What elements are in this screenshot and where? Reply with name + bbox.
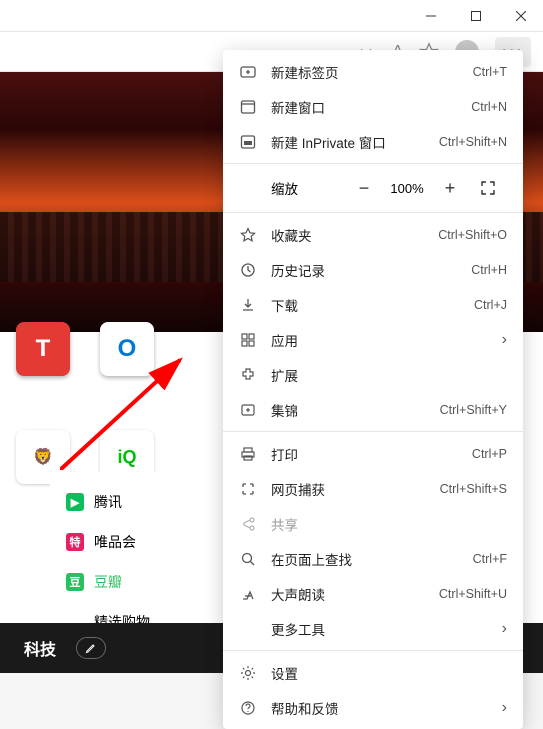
menu-item-new-tab[interactable]: 新建标签页 Ctrl+T — [223, 54, 523, 89]
share-icon — [239, 516, 257, 532]
collections-icon — [239, 402, 257, 418]
menu-item-label: 应用 — [271, 330, 502, 350]
web-capture-icon — [239, 481, 257, 497]
menu-item-zoom: 缩放 − 100% + — [223, 168, 523, 208]
pencil-icon — [85, 642, 97, 654]
zoom-label: 缩放 — [239, 178, 345, 198]
new-window-icon — [239, 99, 257, 115]
menu-separator — [223, 163, 523, 164]
menu-item-label: 打印 — [271, 444, 472, 464]
top-sites-row-1: T 天猫 O Outlook邮箱 — [16, 322, 171, 401]
help-icon — [239, 700, 257, 716]
menu-item-label: 下载 — [271, 295, 474, 315]
menu-item-label: 大声朗读 — [271, 584, 439, 604]
tile-outlook[interactable]: O Outlook邮箱 — [100, 322, 171, 401]
link-icon: ▶ — [66, 493, 84, 511]
menu-item-collections[interactable]: 集锦 Ctrl+Shift+Y — [223, 392, 523, 427]
menu-item-new-inprivate[interactable]: 新建 InPrivate 窗口 Ctrl+Shift+N — [223, 124, 523, 159]
menu-item-favorites[interactable]: 收藏夹 Ctrl+Shift+O — [223, 217, 523, 252]
menu-item-label: 网页捕获 — [271, 479, 440, 499]
zoom-value: 100% — [383, 181, 431, 196]
apps-icon — [239, 332, 257, 348]
menu-item-new-window[interactable]: 新建窗口 Ctrl+N — [223, 89, 523, 124]
chevron-right-icon: › — [502, 331, 507, 349]
zoom-out-button[interactable]: − — [345, 172, 383, 204]
chevron-right-icon: › — [502, 699, 507, 717]
menu-item-label: 帮助和反馈 — [271, 698, 502, 718]
find-icon — [239, 551, 257, 567]
menu-item-shortcut: Ctrl+T — [473, 65, 507, 79]
read-aloud-icon — [239, 586, 257, 602]
menu-item-share: 共享 — [223, 506, 523, 541]
tile-glyph: O — [100, 322, 154, 376]
link-label: 豆瓣 — [94, 572, 122, 592]
maximize-button[interactable] — [453, 0, 498, 32]
extensions-icon — [239, 367, 257, 383]
new-tab-icon — [239, 64, 257, 80]
menu-item-web-capture[interactable]: 网页捕获 Ctrl+Shift+S — [223, 471, 523, 506]
minimize-icon — [426, 11, 436, 21]
menu-item-print[interactable]: 打印 Ctrl+P — [223, 436, 523, 471]
menu-separator — [223, 212, 523, 213]
menu-item-shortcut: Ctrl+Shift+S — [440, 482, 507, 496]
menu-item-shortcut: Ctrl+Shift+U — [439, 587, 507, 601]
edit-button[interactable] — [76, 637, 106, 659]
menu-item-shortcut: Ctrl+N — [471, 100, 507, 114]
bottom-tab-tech[interactable]: 科技 — [24, 636, 56, 660]
tile-label: Outlook邮箱 — [100, 382, 171, 401]
quick-link-douban[interactable]: 豆 豆瓣 — [60, 562, 156, 602]
close-button[interactable] — [498, 0, 543, 32]
close-icon — [516, 11, 526, 21]
link-label: 唯品会 — [94, 532, 136, 552]
menu-item-shortcut: Ctrl+Shift+N — [439, 135, 507, 149]
history-icon — [239, 262, 257, 278]
menu-item-shortcut: Ctrl+P — [472, 447, 507, 461]
menu-item-label: 新建标签页 — [271, 62, 473, 82]
star-icon — [239, 227, 257, 243]
menu-item-label: 扩展 — [271, 365, 507, 385]
settings-and-more-menu: 新建标签页 Ctrl+T 新建窗口 Ctrl+N 新建 InPrivate 窗口… — [223, 50, 523, 729]
link-icon: 豆 — [66, 573, 84, 591]
download-icon — [239, 297, 257, 313]
tile-label: 天猫 — [16, 382, 70, 401]
menu-item-extensions[interactable]: 扩展 — [223, 357, 523, 392]
menu-item-shortcut: Ctrl+Shift+O — [438, 228, 507, 242]
menu-item-shortcut: Ctrl+F — [473, 552, 507, 566]
menu-item-apps[interactable]: 应用 › — [223, 322, 523, 357]
tile-glyph: T — [16, 322, 70, 376]
menu-item-label: 更多工具 — [271, 619, 502, 639]
zoom-in-button[interactable]: + — [431, 172, 469, 204]
maximize-icon — [471, 11, 481, 21]
menu-item-label: 共享 — [271, 514, 507, 534]
print-icon — [239, 446, 257, 462]
quick-link-vipshop[interactable]: 特 唯品会 — [60, 522, 156, 562]
menu-item-shortcut: Ctrl+H — [471, 263, 507, 277]
menu-item-history[interactable]: 历史记录 Ctrl+H — [223, 252, 523, 287]
menu-separator — [223, 650, 523, 651]
link-label: 腾讯 — [94, 492, 122, 512]
menu-item-label: 收藏夹 — [271, 225, 438, 245]
menu-item-label: 新建窗口 — [271, 97, 471, 117]
inprivate-icon — [239, 134, 257, 150]
menu-item-more-tools[interactable]: 更多工具 › — [223, 611, 523, 646]
menu-item-shortcut: Ctrl+Shift+Y — [440, 403, 507, 417]
menu-item-shortcut: Ctrl+J — [474, 298, 507, 312]
menu-item-label: 历史记录 — [271, 260, 471, 280]
menu-item-help[interactable]: 帮助和反馈 › — [223, 690, 523, 725]
menu-item-label: 新建 InPrivate 窗口 — [271, 132, 439, 152]
menu-item-label: 在页面上查找 — [271, 549, 473, 569]
quick-link-tencent[interactable]: ▶ 腾讯 — [60, 482, 156, 522]
chevron-right-icon: › — [502, 620, 507, 638]
menu-separator — [223, 431, 523, 432]
link-icon: 特 — [66, 533, 84, 551]
minimize-button[interactable] — [408, 0, 453, 32]
fullscreen-button[interactable] — [469, 172, 507, 204]
menu-item-read-aloud[interactable]: 大声朗读 Ctrl+Shift+U — [223, 576, 523, 611]
tile-tmall[interactable]: T 天猫 — [16, 322, 70, 401]
menu-item-downloads[interactable]: 下载 Ctrl+J — [223, 287, 523, 322]
window-titlebar — [0, 0, 543, 32]
menu-item-find[interactable]: 在页面上查找 Ctrl+F — [223, 541, 523, 576]
menu-item-label: 集锦 — [271, 400, 440, 420]
